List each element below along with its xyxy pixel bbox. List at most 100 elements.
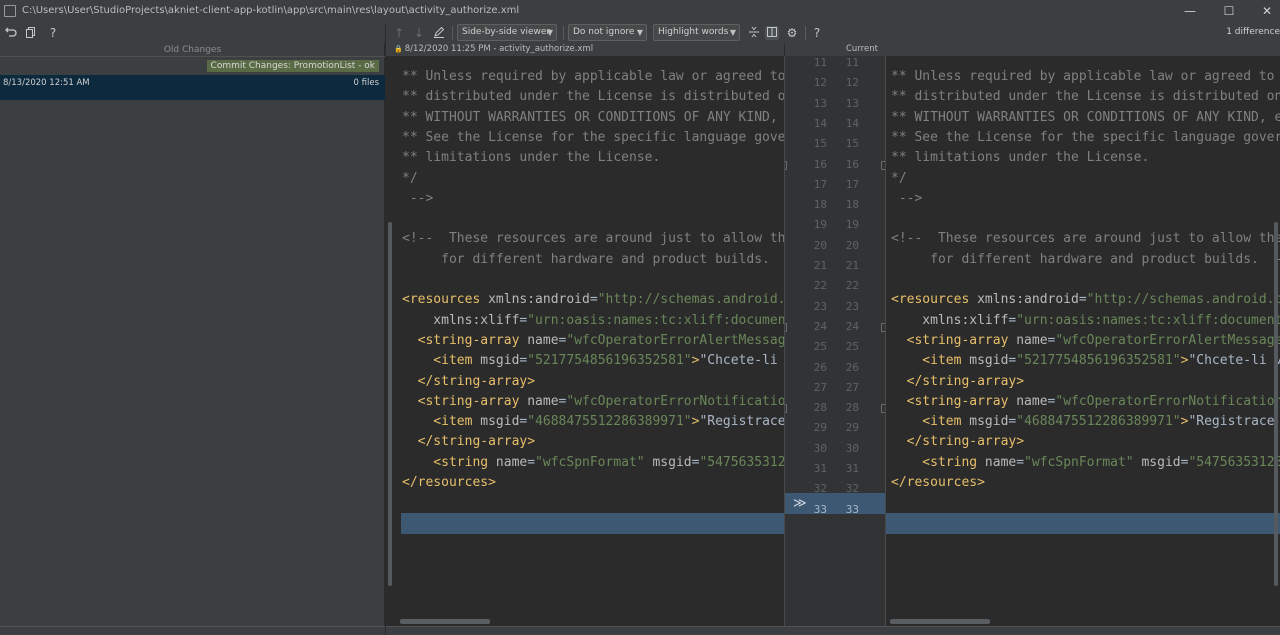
code-token: msgid (480, 414, 520, 430)
code-token: "urn:oasis:names:tc:xliff:document:1.2" (527, 312, 784, 328)
code-token: <string (891, 454, 985, 470)
line-number: 33 (845, 502, 859, 516)
code-line: </resources> (386, 473, 784, 493)
code-line: </string-array> (386, 432, 784, 452)
next-diff-icon[interactable]: ↓ (412, 26, 426, 40)
line-number: 21 (845, 259, 859, 272)
copy-icon[interactable] (24, 26, 38, 40)
sync-scroll-icon[interactable] (765, 26, 779, 40)
close-button[interactable]: ✕ (1249, 0, 1280, 23)
help-icon[interactable]: ? (46, 26, 60, 40)
code-token: "wfcOperatorErrorNotificationMessages" (1055, 393, 1280, 409)
code-token: "wfcOperatorErrorAlertMessages" (566, 332, 784, 348)
code-token: ** Unless required by applicable law or … (402, 69, 784, 84)
gear-icon[interactable]: ⚙ (785, 26, 799, 40)
ignore-dropdown-label: Do not ignore (573, 27, 635, 37)
line-number: 13 (845, 96, 859, 110)
fold-marker-icon[interactable] (785, 404, 787, 414)
right-hscroll-thumb[interactable] (890, 619, 990, 624)
prev-diff-icon[interactable]: ↑ (392, 26, 406, 40)
line-number: 32 (845, 482, 859, 496)
maximize-button[interactable]: ☐ (1211, 0, 1247, 23)
code-token: "5475635312889" (699, 454, 784, 470)
code-token: = (1078, 292, 1087, 308)
code-line: ** See the License for the specific lang… (386, 128, 784, 148)
left-horizontal-scrollbar[interactable] (400, 618, 784, 625)
code-token: "Chcete-li volat přes Wi-Fi" (699, 353, 778, 369)
left-vertical-scrollbar[interactable] (386, 56, 394, 626)
code-token: ** limitations under the License. (891, 150, 1150, 166)
code-token: "Registrace u operátora" (1188, 414, 1275, 430)
code-line: </string-array> (886, 372, 1280, 392)
code-line: <resources xmlns:android="http://schemas… (886, 290, 1280, 310)
code-token: = (1016, 454, 1025, 470)
line-number: 17 (813, 177, 827, 191)
viewer-dropdown[interactable]: Side-by-side viewer ▼ (457, 24, 557, 41)
code-token: ** distributed under the License is dist… (402, 89, 784, 105)
history-pane: Old Changes Commit Changes: PromotionLis… (0, 43, 385, 635)
code-token: <string-array (402, 332, 528, 348)
code-token: "4688475512286389971" (1016, 414, 1181, 430)
code-line: <!-- These resources are around just to … (386, 229, 784, 249)
line-number: 15 (845, 137, 859, 151)
viewer-dropdown-label: Side-by-side viewer (462, 27, 551, 37)
code-token: "5217754856196352581" (527, 353, 692, 369)
toolbar-separator (563, 26, 564, 40)
code-token: ** WITHOUT WARRANTIES OR CONDITIONS OF A… (402, 109, 778, 125)
code-token: <item (891, 414, 970, 430)
line-number: 14 (813, 116, 827, 130)
code-token: <!-- These resources are around just to … (891, 231, 1280, 247)
code-line: ** limitations under the License. (886, 148, 1280, 168)
right-scroll-thumb[interactable] (1274, 222, 1278, 586)
old-changes-header: Old Changes (0, 45, 385, 57)
code-token: msgid (480, 353, 520, 369)
chevron-down-icon: ▼ (546, 28, 553, 37)
code-token: name (1016, 332, 1048, 348)
left-scroll-thumb[interactable] (388, 222, 392, 586)
line-number: 13 (813, 96, 827, 110)
line-number: 24 (845, 319, 859, 333)
code-token: </string-array> (402, 434, 536, 450)
code-line: </string-array> (386, 372, 784, 392)
line-number: 16 (845, 157, 859, 171)
highlight-dropdown[interactable]: Highlight words ▼ (653, 24, 740, 41)
minimize-button[interactable]: — (1172, 0, 1208, 23)
code-token: </string-array> (891, 434, 1025, 450)
code-token: <resources (891, 292, 978, 308)
code-token: </resources> (891, 475, 985, 490)
fold-marker-icon[interactable] (785, 160, 787, 170)
code-token: name (495, 454, 528, 470)
right-horizontal-scrollbar[interactable] (890, 618, 1278, 625)
difference-count: 1 difference (1226, 27, 1280, 37)
fold-marker-icon[interactable] (785, 322, 787, 332)
collapse-unchanged-icon[interactable] (747, 26, 761, 40)
left-hscroll-thumb[interactable] (400, 619, 490, 624)
code-token: <item (891, 353, 970, 369)
line-number: 28 (845, 401, 859, 415)
line-number: 20 (813, 238, 827, 252)
code-token: name (527, 332, 559, 348)
right-vertical-scrollbar[interactable] (1272, 56, 1280, 626)
code-line: <item msgid="4688475512286389971">"Regis… (886, 412, 1280, 432)
line-number: 27 (845, 380, 859, 394)
history-row[interactable]: 8/13/2020 12:51 AM 0 files (0, 75, 385, 100)
left-editor[interactable]: ** Unless required by applicable law or … (386, 56, 784, 626)
code-line: xmlns:xliff="urn:oasis:names:tc:xliff:do… (886, 311, 1280, 331)
ignore-dropdown[interactable]: Do not ignore ▼ (568, 24, 647, 41)
code-line: ** Unless required by applicable law or … (386, 67, 784, 87)
revert-icon[interactable] (4, 26, 18, 40)
code-token: msgid (1133, 454, 1181, 470)
help-icon[interactable]: ? (810, 26, 824, 40)
right-file-header: Current (785, 43, 1280, 56)
toolbar-separator (452, 26, 453, 40)
code-token: */ (891, 170, 907, 186)
diff-gutter: ≫ 11 12 13 14 15 16 17 18 19 20 21 22 23 24 25 26 27 28 29… (784, 56, 886, 626)
line-number: 12 (813, 76, 827, 90)
line-number: 18 (845, 198, 859, 212)
code-token: "5475635312889" (1188, 454, 1280, 470)
right-editor[interactable]: ** Unless required by applicable law or … (886, 56, 1280, 626)
edit-icon[interactable] (432, 26, 446, 40)
code-line: <item msgid="5217754856196352581">"Chcet… (386, 351, 784, 371)
